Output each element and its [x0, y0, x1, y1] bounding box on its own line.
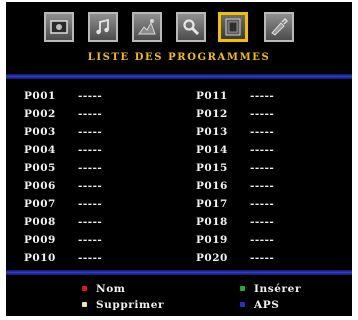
menu-title: LISTE DES PROGRAMMES: [87, 52, 271, 63]
feature-icon[interactable]: [132, 12, 162, 42]
red-button-icon: [82, 286, 87, 291]
program-number: P015: [196, 162, 228, 174]
program-name: -----: [78, 198, 103, 210]
program-name: -----: [78, 162, 103, 174]
program-number: P007: [24, 198, 56, 210]
program-number: P010: [24, 252, 56, 264]
program-number: P013: [196, 126, 228, 138]
program-number: P018: [196, 216, 228, 228]
picture-icon[interactable]: [44, 12, 74, 42]
program-number: P019: [196, 234, 228, 246]
program-name: -----: [78, 234, 103, 246]
program-name: -----: [250, 198, 275, 210]
program-name: -----: [250, 90, 275, 102]
program-list-icon[interactable]: [218, 12, 248, 42]
program-name: -----: [250, 144, 275, 156]
program-number: P004: [24, 144, 56, 156]
program-number: P009: [24, 234, 56, 246]
top-divider: [6, 74, 352, 79]
program-name: -----: [78, 180, 103, 192]
program-number: P008: [24, 216, 56, 228]
program-name: -----: [250, 162, 275, 174]
program-number: P011: [196, 90, 228, 102]
program-number: P017: [196, 198, 228, 210]
program-number: P014: [196, 144, 228, 156]
legend-label: Nom: [96, 283, 126, 295]
legend-label: Supprimer: [96, 299, 165, 311]
sound-icon[interactable]: [88, 12, 118, 42]
menu-icon-bar: [6, 12, 352, 46]
bottom-divider: [6, 270, 352, 275]
yellow-button-icon: [82, 302, 87, 307]
legend-label: APS: [254, 299, 280, 311]
program-number: P002: [24, 108, 56, 120]
program-name: -----: [78, 144, 103, 156]
program-number: P006: [24, 180, 56, 192]
program-name: -----: [250, 108, 275, 120]
program-number: P003: [24, 126, 56, 138]
program-number: P005: [24, 162, 56, 174]
button-legend: Nom Insérer Supprimer APS: [6, 280, 352, 314]
program-name: -----: [250, 216, 275, 228]
program-name: -----: [250, 126, 275, 138]
program-name: -----: [78, 90, 103, 102]
program-number: P016: [196, 180, 228, 192]
blue-button-icon: [240, 302, 245, 307]
tv-menu-screen: LISTE DES PROGRAMMES P001 ----- P002 ---…: [6, 2, 352, 316]
program-name: -----: [78, 216, 103, 228]
program-name: -----: [78, 252, 103, 264]
program-name: -----: [250, 180, 275, 192]
program-number: P020: [196, 252, 228, 264]
program-number: P012: [196, 108, 228, 120]
source-icon[interactable]: [264, 12, 294, 42]
install-icon[interactable]: [176, 12, 206, 42]
program-list: P001 ----- P002 ----- P003 ----- P004 --…: [6, 90, 352, 270]
program-name: -----: [78, 126, 103, 138]
program-number: P001: [24, 90, 56, 102]
program-name: -----: [78, 108, 103, 120]
green-button-icon: [240, 286, 245, 291]
program-name: -----: [250, 234, 275, 246]
legend-label: Insérer: [254, 283, 302, 295]
program-name: -----: [250, 252, 275, 264]
